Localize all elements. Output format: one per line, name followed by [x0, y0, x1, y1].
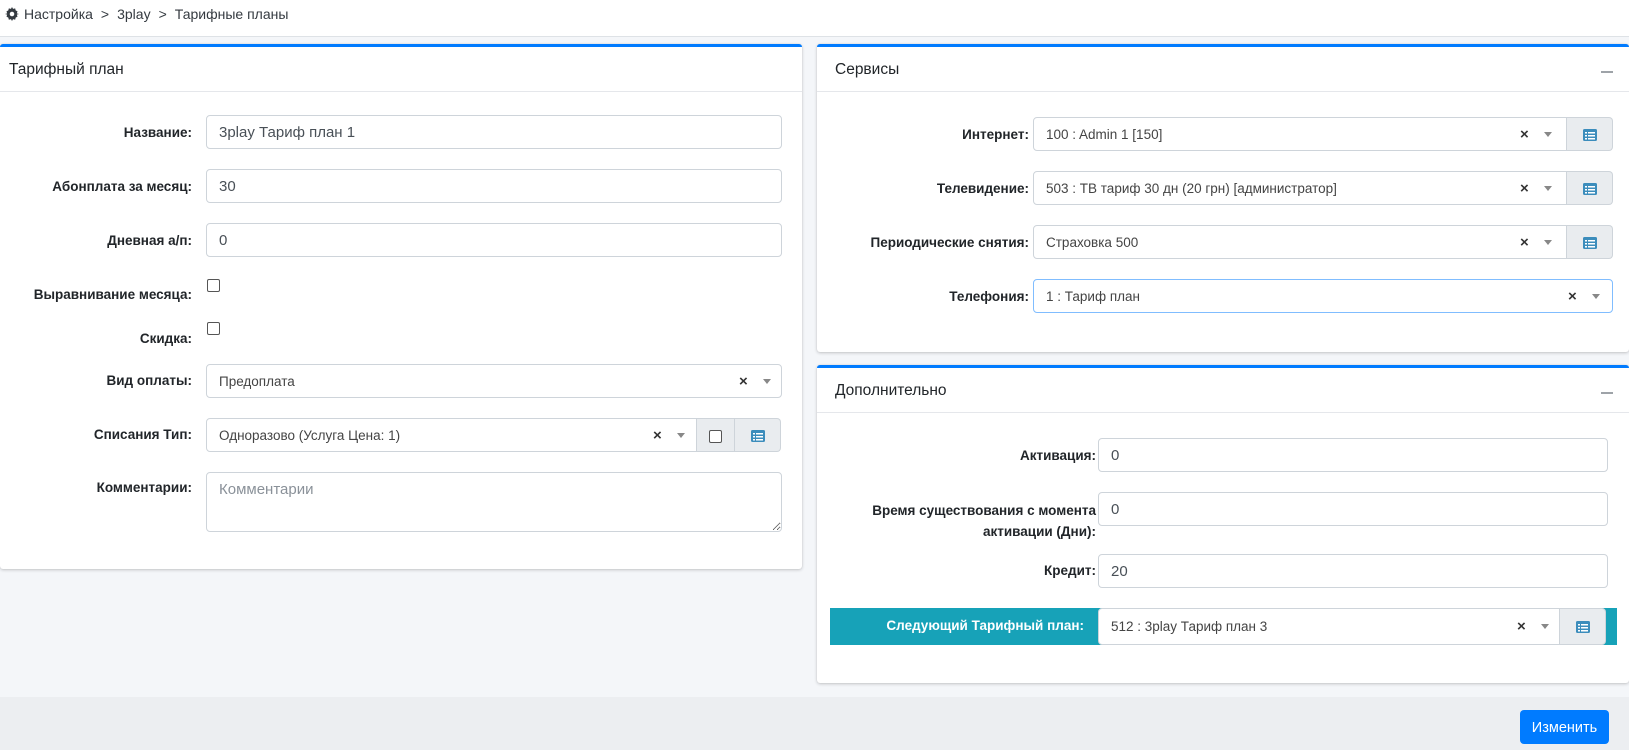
- payment-type-value: Предоплата: [219, 374, 295, 389]
- telephony-select[interactable]: 1 : Тариф план ×: [1033, 279, 1613, 313]
- collapse-icon[interactable]: [1601, 71, 1613, 73]
- list-icon: [1583, 237, 1597, 249]
- comments-label: Комментарии:: [96, 480, 192, 495]
- credit-input[interactable]: 20: [1098, 554, 1608, 588]
- charge-type-checkbox[interactable]: [709, 430, 722, 443]
- list-icon: [1583, 183, 1597, 195]
- next-plan-select[interactable]: 512 : 3play Тариф план 3 ×: [1098, 608, 1560, 645]
- activation-label: Активация:: [1019, 448, 1096, 463]
- breadcrumb-separator: >: [100, 6, 110, 22]
- card-title: Тарифный план: [9, 61, 124, 78]
- telephony-value: 1 : Тариф план: [1046, 289, 1140, 304]
- tv-select[interactable]: 503 : ТВ тариф 30 дн (20 грн) [администр…: [1033, 171, 1567, 205]
- discount-checkbox[interactable]: [207, 322, 220, 335]
- list-icon: [1576, 621, 1590, 633]
- clear-icon[interactable]: ×: [739, 373, 748, 390]
- submit-button[interactable]: Изменить: [1520, 710, 1609, 744]
- tv-label: Телевидение:: [936, 181, 1029, 196]
- card-header: Тарифный план: [0, 47, 802, 92]
- payment-type-select[interactable]: Предоплата ×: [206, 364, 782, 398]
- periodic-label: Периодические снятия:: [870, 235, 1029, 250]
- charge-type-list-button[interactable]: [735, 418, 781, 452]
- month-align-label: Выравнивание месяца:: [33, 287, 192, 302]
- periodic-value: Страховка 500: [1046, 235, 1139, 250]
- top-bar: Настройка > 3play > Тарифные планы: [0, 0, 1629, 37]
- name-label: Название:: [123, 125, 192, 140]
- lifetime-label-line-2: активации (Дни):: [982, 524, 1096, 539]
- clear-icon[interactable]: ×: [1520, 234, 1529, 251]
- charge-type-select[interactable]: Одноразово (Услуга Цена: 1) ×: [206, 418, 697, 452]
- tv-list-button[interactable]: [1567, 171, 1613, 205]
- telephony-label: Телефония:: [949, 289, 1029, 304]
- periodic-list-button[interactable]: [1567, 225, 1613, 259]
- chevron-down-icon[interactable]: [1544, 240, 1552, 245]
- lifetime-label: Время существования с момента активации …: [872, 500, 1096, 542]
- lifetime-label-line-1: Время существования с момента: [872, 503, 1096, 518]
- tariff-plan-card: Тарифный план Название: 3play Тариф план…: [0, 44, 802, 569]
- card-footer: [0, 697, 1629, 750]
- internet-select[interactable]: 100 : Admin 1 [150] ×: [1033, 117, 1567, 151]
- monthly-fee-label: Абонплата за месяц:: [52, 179, 192, 194]
- card-header: Дополнительно: [817, 368, 1629, 413]
- clear-icon[interactable]: ×: [1568, 288, 1577, 305]
- internet-value: 100 : Admin 1 [150]: [1046, 127, 1163, 142]
- card-title: Дополнительно: [835, 382, 947, 399]
- name-input[interactable]: 3play Тариф план 1: [206, 115, 782, 149]
- payment-type-label: Вид оплаты:: [106, 373, 193, 388]
- credit-label: Кредит:: [1044, 563, 1096, 578]
- clear-icon[interactable]: ×: [653, 427, 662, 444]
- chevron-down-icon[interactable]: [1544, 132, 1552, 137]
- lifetime-input[interactable]: 0: [1098, 492, 1608, 526]
- periodic-select[interactable]: Страховка 500 ×: [1033, 225, 1567, 259]
- breadcrumb-item-3play[interactable]: 3play: [117, 6, 150, 22]
- chevron-down-icon[interactable]: [1592, 294, 1600, 299]
- card-header: Сервисы: [817, 47, 1629, 92]
- internet-list-button[interactable]: [1567, 117, 1613, 151]
- charge-type-label: Списания Тип:: [93, 427, 192, 442]
- internet-label: Интернет:: [962, 127, 1029, 142]
- charge-type-checkbox-addon: [697, 418, 735, 452]
- chevron-down-icon[interactable]: [1544, 186, 1552, 191]
- next-plan-label: Следующий Тарифный план:: [886, 618, 1084, 633]
- charge-type-value: Одноразово (Услуга Цена: 1): [219, 428, 401, 443]
- tv-value: 503 : ТВ тариф 30 дн (20 грн) [администр…: [1046, 181, 1337, 196]
- comments-textarea[interactable]: [206, 472, 782, 532]
- services-card: Сервисы Интернет: 100 : Admin 1 [150] × …: [817, 44, 1629, 352]
- month-align-checkbox[interactable]: [207, 279, 220, 292]
- breadcrumb-item-settings[interactable]: Настройка: [24, 6, 93, 22]
- activation-input[interactable]: 0: [1098, 438, 1608, 472]
- clear-icon[interactable]: ×: [1520, 180, 1529, 197]
- daily-fee-input[interactable]: 0: [206, 223, 782, 257]
- collapse-icon[interactable]: [1601, 392, 1613, 394]
- list-icon: [1583, 129, 1597, 141]
- gear-icon: [5, 7, 19, 21]
- next-plan-list-button[interactable]: [1560, 608, 1606, 645]
- breadcrumb: Настройка > 3play > Тарифные планы: [5, 6, 288, 22]
- next-plan-value: 512 : 3play Тариф план 3: [1111, 619, 1268, 634]
- breadcrumb-separator: >: [158, 6, 167, 22]
- card-title: Сервисы: [835, 61, 900, 78]
- list-icon: [751, 430, 765, 442]
- chevron-down-icon[interactable]: [1541, 624, 1549, 629]
- daily-fee-label: Дневная а/п:: [107, 233, 192, 248]
- breadcrumb-item-tariff-plans: Тарифные планы: [174, 6, 289, 22]
- chevron-down-icon[interactable]: [763, 379, 771, 384]
- discount-label: Скидка:: [139, 331, 192, 346]
- chevron-down-icon[interactable]: [677, 433, 685, 438]
- clear-icon[interactable]: ×: [1520, 126, 1529, 143]
- monthly-fee-input[interactable]: 30: [206, 169, 782, 203]
- clear-icon[interactable]: ×: [1517, 618, 1526, 635]
